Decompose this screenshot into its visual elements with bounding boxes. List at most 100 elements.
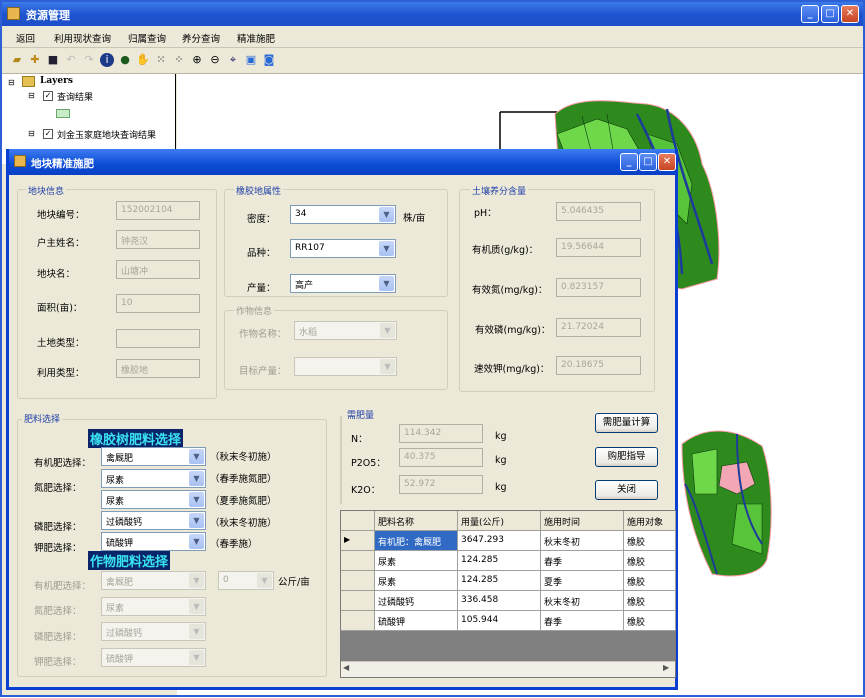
column-header[interactable]: 肥料名称 — [375, 511, 458, 531]
table-cell[interactable]: 春季 — [541, 611, 624, 631]
calculate-need-button[interactable]: 需肥量计算 — [595, 413, 658, 433]
column-header[interactable]: 施用时间 — [541, 511, 624, 531]
chevron-down-icon[interactable]: ▼ — [189, 471, 204, 486]
table-cell[interactable]: 橡胶 — [624, 571, 676, 591]
crop-phosphate-select[interactable]: 过磷酸钙 ▼ — [101, 622, 206, 641]
main-title-bar[interactable]: 资源管理 _ □ ✕ — [2, 2, 863, 26]
table-cell[interactable]: 秋末冬初 — [541, 531, 624, 551]
table-cell[interactable]: 336.458 — [458, 591, 541, 611]
chevron-down-icon[interactable]: ▼ — [379, 241, 394, 256]
yield-select[interactable]: 高产 ▼ — [290, 274, 396, 293]
chevron-down-icon[interactable]: ▼ — [189, 513, 204, 528]
row-selector-icon[interactable]: ▶ — [341, 531, 375, 551]
table-cell[interactable]: 105.944 — [458, 611, 541, 631]
variety-select[interactable]: RR107 ▼ — [290, 239, 396, 258]
available-n-field[interactable]: 0.823157 — [556, 278, 641, 297]
maximize-button[interactable]: □ — [821, 5, 839, 23]
table-cell[interactable]: 124.285 — [458, 571, 541, 591]
table-cell[interactable]: 夏季 — [541, 571, 624, 591]
redo-icon[interactable]: ↷ — [82, 53, 96, 67]
fixed-zoom-icon[interactable]: ⁘ — [172, 53, 186, 67]
open-icon[interactable]: ▰ — [10, 53, 24, 67]
need-k2o-field[interactable]: 52.972 — [399, 475, 483, 494]
density-select[interactable]: 34 ▼ — [290, 205, 396, 224]
chevron-down-icon[interactable]: ▼ — [379, 207, 394, 222]
layer-checkbox[interactable]: ✓ — [43, 129, 53, 139]
chevron-down-icon[interactable]: ▼ — [257, 573, 272, 588]
table-cell[interactable]: 硫酸钾 — [375, 611, 458, 631]
column-header[interactable]: 施用对象 — [624, 511, 676, 531]
scroll-right-icon[interactable]: ▶ — [663, 663, 669, 672]
table-cell[interactable]: 橡胶 — [624, 531, 676, 551]
table-cell[interactable]: 秋末冬初 — [541, 591, 624, 611]
layout-icon[interactable]: ▣ — [244, 53, 258, 67]
use-type-field[interactable]: 橡胶地 — [116, 359, 200, 378]
crop-organic-select[interactable]: 禽厩肥 ▼ — [101, 571, 206, 590]
available-k-field[interactable]: 20.18675 — [556, 356, 641, 375]
nitrogen-summer-select[interactable]: 尿素 ▼ — [101, 490, 206, 509]
horizontal-scrollbar[interactable]: ◀ ▶ — [341, 661, 675, 677]
land-type-field[interactable] — [116, 329, 200, 348]
menu-back[interactable]: 返回 — [16, 31, 35, 45]
need-p2o5-field[interactable]: 40.375 — [399, 448, 483, 467]
close-button[interactable]: ✕ — [841, 5, 859, 23]
info-icon[interactable]: i — [100, 53, 114, 67]
nitrogen-spring-select[interactable]: 尿素 ▼ — [101, 469, 206, 488]
organic-matter-field[interactable]: 19.56644 — [556, 238, 641, 257]
column-header[interactable]: 用量(公斤) — [458, 511, 541, 531]
scroll-left-icon[interactable]: ◀ — [343, 663, 349, 672]
zoom-in-icon[interactable]: ⊕ — [190, 53, 204, 67]
crop-potash-select[interactable]: 硫酸钾 ▼ — [101, 648, 206, 667]
fertilizer-result-table[interactable]: 肥料名称 用量(公斤) 施用时间 施用对象 ▶ 有机肥：禽厩肥 3647.293… — [340, 510, 676, 678]
expand-icon[interactable]: ⊟ — [8, 78, 15, 87]
ph-field[interactable]: 5.046435 — [556, 202, 641, 221]
expand-icon[interactable]: ⊟ — [28, 129, 35, 138]
row-header[interactable] — [341, 551, 375, 571]
need-n-field[interactable]: 114.342 — [399, 424, 483, 443]
dialog-minimize-button[interactable]: _ — [620, 153, 638, 171]
chevron-down-icon[interactable]: ▼ — [189, 599, 204, 614]
save-icon[interactable]: ■ — [46, 53, 60, 67]
table-cell[interactable]: 3647.293 — [458, 531, 541, 551]
menu-precision-fertilization[interactable]: 精准施肥 — [237, 31, 275, 45]
table-cell[interactable]: 橡胶 — [624, 611, 676, 631]
zoom-out-icon[interactable]: ⊖ — [208, 53, 222, 67]
crop-name-select[interactable]: 水稻 ▼ — [294, 321, 397, 340]
menu-land-use-query[interactable]: 利用现状查询 — [54, 31, 111, 45]
target-yield-select[interactable]: ▼ — [294, 357, 397, 376]
chevron-down-icon[interactable]: ▼ — [189, 492, 204, 507]
chevron-down-icon[interactable]: ▼ — [189, 624, 204, 639]
table-cell[interactable]: 过磷酸钙 — [375, 591, 458, 611]
dialog-maximize-button[interactable]: □ — [639, 153, 657, 171]
pan-hand-icon[interactable]: ✋ — [136, 53, 150, 67]
table-cell[interactable]: 124.285 — [458, 551, 541, 571]
table-cell[interactable]: 橡胶 — [624, 551, 676, 571]
plot-name-field[interactable]: 山塘冲 — [116, 260, 200, 279]
table-cell[interactable]: 尿素 — [375, 551, 458, 571]
row-header[interactable] — [341, 591, 375, 611]
crop-amount-select[interactable]: 0 ▼ — [218, 571, 274, 590]
close-dialog-button[interactable]: 关闭 — [595, 480, 658, 500]
chevron-down-icon[interactable]: ▼ — [189, 449, 204, 464]
plot-id-field[interactable]: 152002104 — [116, 201, 200, 220]
menu-ownership-query[interactable]: 归属查询 — [128, 31, 166, 45]
minimize-button[interactable]: _ — [801, 5, 819, 23]
chevron-down-icon[interactable]: ▼ — [379, 276, 394, 291]
potash-fert-select[interactable]: 硫酸钾 ▼ — [101, 532, 206, 551]
row-header[interactable] — [341, 571, 375, 591]
chevron-down-icon[interactable]: ▼ — [189, 573, 204, 588]
add-data-icon[interactable]: ✚ — [28, 53, 42, 67]
identify-icon[interactable]: ⌖ — [226, 53, 240, 67]
refresh-icon[interactable]: ◙ — [262, 53, 276, 67]
table-cell[interactable]: 有机肥：禽厩肥 — [375, 531, 458, 551]
organic-fert-select[interactable]: 禽厩肥 ▼ — [101, 447, 206, 466]
table-cell[interactable]: 尿素 — [375, 571, 458, 591]
chevron-down-icon[interactable]: ▼ — [380, 359, 395, 374]
globe-icon[interactable]: ● — [118, 53, 132, 67]
menu-nutrient-query[interactable]: 养分查询 — [182, 31, 220, 45]
dialog-close-button[interactable]: ✕ — [658, 153, 676, 171]
chevron-down-icon[interactable]: ▼ — [380, 323, 395, 338]
undo-icon[interactable]: ↶ — [64, 53, 78, 67]
crop-nitrogen-select[interactable]: 尿素 ▼ — [101, 597, 206, 616]
chevron-down-icon[interactable]: ▼ — [189, 534, 204, 549]
